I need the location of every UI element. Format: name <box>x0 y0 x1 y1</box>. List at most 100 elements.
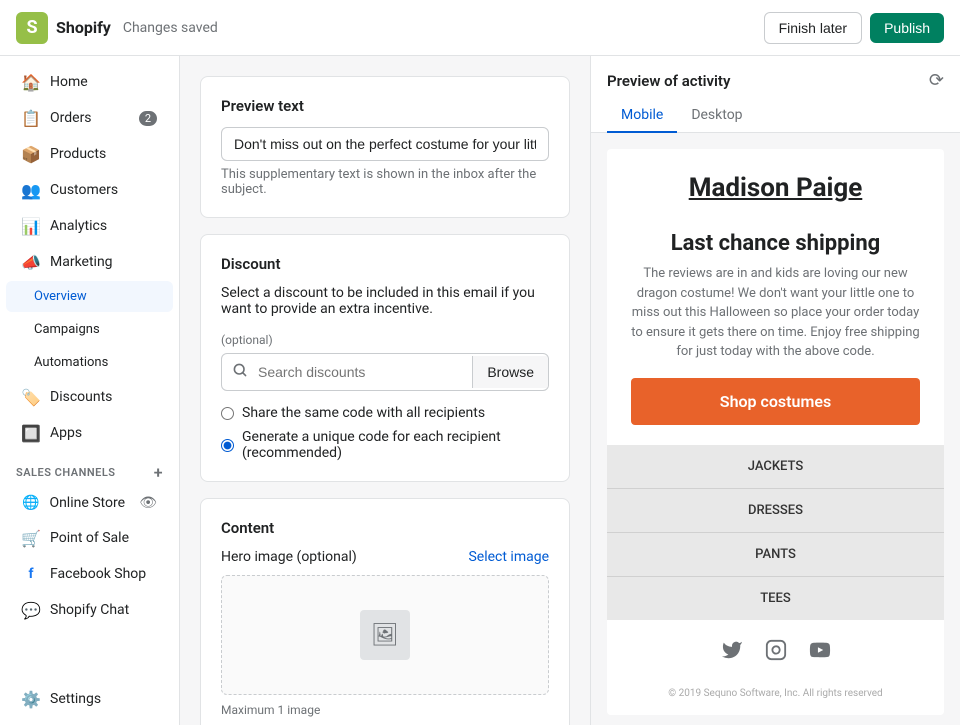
settings-icon: ⚙️ <box>22 690 40 708</box>
sidebar-item-analytics[interactable]: 📊 Analytics <box>6 209 173 243</box>
campaigns-label: Campaigns <box>34 322 100 337</box>
analytics-label: Analytics <box>50 218 107 234</box>
email-headline: Last chance shipping <box>607 215 944 264</box>
products-icon: 📦 <box>22 145 40 163</box>
online-store-icon: 🌐 <box>22 495 39 511</box>
radio-same-code-label: Share the same code with all recipients <box>242 405 485 421</box>
customers-label: Customers <box>50 182 118 198</box>
sidebar-item-automations[interactable]: Automations <box>6 347 173 378</box>
home-icon: 🏠 <box>22 73 40 91</box>
email-body: The reviews are in and kids are loving o… <box>607 264 944 378</box>
preview-text-card: Preview text This supplementary text is … <box>200 76 570 218</box>
orders-icon: 📋 <box>22 109 40 127</box>
middle-panel: Preview text This supplementary text is … <box>180 56 590 725</box>
discount-radio-group: Share the same code with all recipients … <box>221 405 549 461</box>
discount-search-input[interactable] <box>258 356 472 388</box>
facebook-icon: f <box>22 565 40 583</box>
email-category-pants: PANTS <box>607 533 944 577</box>
radio-unique-code[interactable]: Generate a unique code for each recipien… <box>221 429 549 461</box>
email-footer: © 2019 Sequno Software, Inc. All rights … <box>607 680 944 715</box>
email-social-icons <box>607 620 944 680</box>
shopify-logo-icon: S <box>16 12 48 44</box>
settings-label: Settings <box>50 691 101 707</box>
home-label: Home <box>50 74 88 90</box>
sidebar: 🏠 Home 📋 Orders 2 📦 Products 👥 Customers… <box>0 56 180 725</box>
email-categories: JACKETS DRESSES PANTS TEES <box>607 445 944 620</box>
sidebar-item-campaigns[interactable]: Campaigns <box>6 314 173 345</box>
sidebar-item-orders[interactable]: 📋 Orders 2 <box>6 101 173 135</box>
radio-same-code-input[interactable] <box>221 407 234 420</box>
email-preview-card: Madison Paige Last chance shipping The r… <box>607 149 944 715</box>
shopify-chat-label: Shopify Chat <box>50 602 129 618</box>
chat-icon: 💬 <box>22 601 40 619</box>
brand-name: shopify <box>56 18 111 37</box>
sidebar-item-point-of-sale[interactable]: 🛒 Point of Sale <box>6 521 173 555</box>
discounts-icon: 🏷️ <box>22 388 40 406</box>
main-layout: 🏠 Home 📋 Orders 2 📦 Products 👥 Customers… <box>0 56 960 725</box>
finish-later-button[interactable]: Finish later <box>764 12 862 44</box>
sidebar-item-facebook-shop[interactable]: f Facebook Shop <box>6 557 173 591</box>
topbar-right: Finish later Publish <box>764 12 944 44</box>
refresh-icon[interactable]: ⟳ <box>929 70 944 91</box>
preview-text-title: Preview text <box>221 97 549 115</box>
overview-label: Overview <box>34 289 87 304</box>
email-preview-area: Madison Paige Last chance shipping The r… <box>591 133 960 725</box>
discount-search-row: Browse <box>221 353 549 391</box>
optional-label: (optional) <box>221 333 549 347</box>
online-store-label: Online Store <box>49 495 125 511</box>
select-image-link[interactable]: Select image <box>468 549 549 565</box>
content-area: Preview text This supplementary text is … <box>180 56 960 725</box>
preview-text-hint: This supplementary text is shown in the … <box>221 167 549 197</box>
image-dropzone[interactable]: 🖼 <box>221 575 549 695</box>
email-category-tees: TEES <box>607 577 944 620</box>
orders-label: Orders <box>50 110 92 126</box>
sidebar-item-shopify-chat[interactable]: 💬 Shopify Chat <box>6 593 173 627</box>
analytics-icon: 📊 <box>22 217 40 235</box>
tab-desktop[interactable]: Desktop <box>677 99 756 133</box>
tab-mobile[interactable]: Mobile <box>607 99 677 133</box>
marketing-icon: 📣 <box>22 253 40 271</box>
preview-text-input[interactable] <box>221 127 549 161</box>
radio-unique-code-label: Generate a unique code for each recipien… <box>242 429 549 461</box>
discounts-label: Discounts <box>50 389 112 405</box>
preview-panel: Preview of activity ⟳ Mobile Desktop Mad… <box>590 56 960 725</box>
sales-channels-label: Sales Channels + <box>0 451 179 486</box>
apps-icon: 🔲 <box>22 424 40 442</box>
sidebar-item-apps[interactable]: 🔲 Apps <box>6 416 173 450</box>
topbar: S shopify Changes saved Finish later Pub… <box>0 0 960 56</box>
sidebar-item-settings[interactable]: ⚙️ Settings <box>6 682 173 716</box>
sidebar-item-customers[interactable]: 👥 Customers <box>6 173 173 207</box>
hero-image-label: Hero image (optional) <box>221 549 357 565</box>
sidebar-item-discounts[interactable]: 🏷️ Discounts <box>6 380 173 414</box>
discount-title: Discount <box>221 255 549 273</box>
sidebar-item-home[interactable]: 🏠 Home <box>6 65 173 99</box>
hero-image-header: Hero image (optional) Select image <box>221 549 549 565</box>
sidebar-item-overview[interactable]: Overview <box>6 281 173 312</box>
point-of-sale-label: Point of Sale <box>50 530 129 546</box>
twitter-icon <box>718 636 746 664</box>
content-card: Content Hero image (optional) Select ima… <box>200 498 570 725</box>
add-sales-channel-button[interactable]: + <box>154 463 163 482</box>
image-placeholder-icon: 🖼 <box>360 610 410 660</box>
preview-tabs: Mobile Desktop <box>591 99 960 133</box>
preview-panel-title: Preview of activity <box>607 72 730 90</box>
marketing-label: Marketing <box>50 254 113 270</box>
sidebar-item-marketing[interactable]: 📣 Marketing <box>6 245 173 279</box>
sidebar-item-online-store[interactable]: 🌐 Online Store 👁 <box>6 487 173 519</box>
radio-same-code[interactable]: Share the same code with all recipients <box>221 405 549 421</box>
customers-icon: 👥 <box>22 181 40 199</box>
products-label: Products <box>50 146 106 162</box>
sidebar-item-products[interactable]: 📦 Products <box>6 137 173 171</box>
orders-badge: 2 <box>139 111 157 126</box>
browse-button[interactable]: Browse <box>472 356 548 388</box>
automations-label: Automations <box>34 355 108 370</box>
discount-card: Discount Select a discount to be include… <box>200 234 570 482</box>
publish-button[interactable]: Publish <box>870 13 944 43</box>
radio-unique-code-input[interactable] <box>221 439 234 452</box>
email-category-dresses: DRESSES <box>607 489 944 533</box>
email-brand: Madison Paige <box>607 149 944 215</box>
online-store-visibility-icon[interactable]: 👁 <box>139 495 157 511</box>
youtube-icon <box>806 636 834 664</box>
email-cta-button[interactable]: Shop costumes <box>631 378 920 425</box>
max-image-label: Maximum 1 image <box>221 703 549 717</box>
